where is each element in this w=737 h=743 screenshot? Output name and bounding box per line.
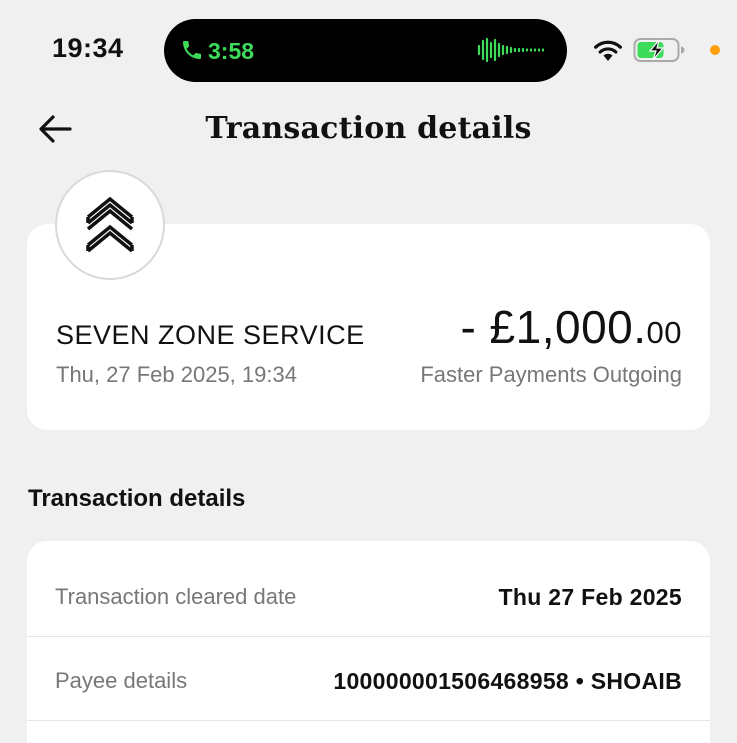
section-heading: Transaction details: [28, 485, 246, 512]
row-divider: [27, 636, 710, 637]
payment-type: Faster Payments Outgoing: [420, 362, 682, 387]
dynamic-island-call[interactable]: 3:58: [164, 19, 567, 82]
row-divider: [27, 720, 710, 721]
transaction-amount: - £1,000.00: [460, 300, 682, 354]
detail-label: Transaction cleared date: [55, 584, 297, 609]
waveform-icon: [477, 37, 545, 63]
phone-icon: [183, 41, 201, 59]
details-card: Transaction cleared date Thu 27 Feb 2025…: [27, 541, 710, 743]
detail-label: Payee details: [55, 668, 188, 693]
page-title: Transaction details: [205, 111, 532, 146]
merchant-name: SEVEN ZONE SERVICE: [56, 320, 365, 350]
double-chevron-up-icon: [86, 196, 134, 253]
detail-value: Thu 27 Feb 2025: [498, 583, 682, 610]
merchant-logo: [55, 170, 165, 280]
privacy-indicator-dot: [710, 45, 720, 55]
detail-row-cleared-date: Transaction cleared date Thu 27 Feb 2025: [27, 555, 710, 639]
detail-row-payee[interactable]: Payee details 100000001506468958 • SHOAI…: [27, 639, 710, 723]
battery-charging-icon: [633, 38, 685, 62]
detail-value: 100000001506468958 • SHOAIB: [333, 667, 682, 694]
status-time: 19:34: [52, 33, 124, 63]
wifi-icon: [594, 40, 622, 61]
amount-main: - £1,000.: [460, 301, 647, 353]
call-duration: 3:58: [208, 38, 255, 64]
transaction-datetime: Thu, 27 Feb 2025, 19:34: [56, 362, 297, 387]
amount-pence: 00: [646, 315, 682, 350]
